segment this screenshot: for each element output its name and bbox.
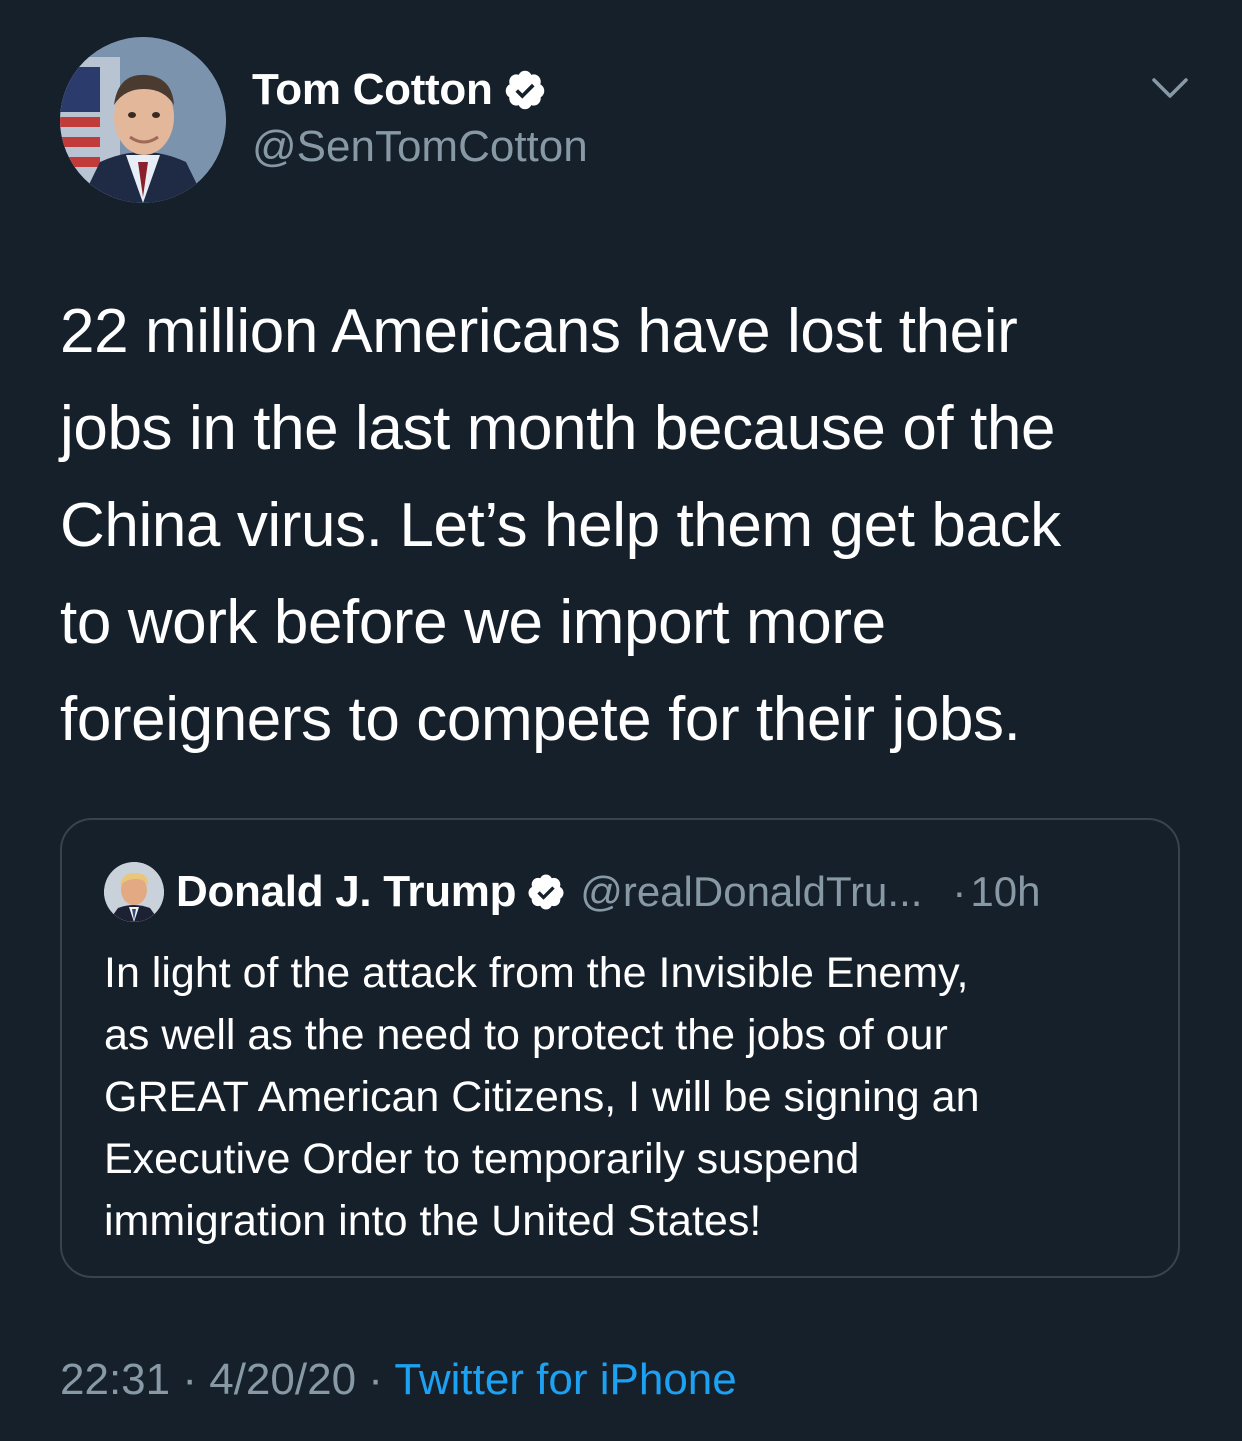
tweet-source-link[interactable]: Twitter for iPhone [394,1355,736,1404]
chevron-down-icon[interactable] [1150,74,1190,104]
meta-separator: · [368,1355,383,1404]
avatar-portrait-image [60,37,226,203]
verified-badge-icon [528,874,564,910]
quoted-tweet-header: Donald J. Trump @realDonaldTru... · 10h [176,864,1041,920]
quoted-tweet-text: In light of the attack from the Invisibl… [104,942,1144,1252]
quoted-avatar-portrait-image [104,862,164,922]
quoted-text-line: Executive Order to temporarily suspend [104,1135,860,1183]
author-avatar[interactable] [60,37,226,203]
quoted-text-line: as well as the need to protect the jobs … [104,1011,948,1059]
quoted-text-line: immigration into the United States! [104,1197,762,1245]
tweet-meta: 22:31 · 4/20/20 · Twitter for iPhone [60,1355,737,1405]
tweet-time[interactable]: 22:31 [60,1355,170,1404]
quoted-author-avatar[interactable] [104,862,164,922]
quoted-text-line: In light of the attack from the Invisibl… [104,949,969,997]
meta-separator: · [182,1355,197,1404]
tweet-text: 22 million Americans have lost their job… [60,283,1190,768]
quoted-text-line: GREAT American Citizens, I will be signi… [104,1073,980,1121]
author-handle[interactable]: @SenTomCotton [252,122,588,172]
quoted-timestamp[interactable]: 10h [970,868,1040,916]
quoted-tweet-card[interactable]: Donald J. Trump @realDonaldTru... · 10h … [60,818,1180,1278]
tweet-text-line: foreigners to compete for their jobs. [60,685,1021,754]
tweet-text-line: China virus. Let’s help them get back [60,491,1061,560]
quoted-separator: · [952,868,967,915]
quoted-author-display-name[interactable]: Donald J. Trump [176,867,517,917]
tweet-text-line: 22 million Americans have lost their [60,297,1018,366]
tweet-text-line: to work before we import more [60,588,886,657]
quoted-author-handle[interactable]: @realDonaldTru... [580,868,922,916]
tweet-text-line: jobs in the last month because of the [60,394,1056,463]
tweet-date[interactable]: 4/20/20 [209,1355,356,1404]
author-name-row[interactable]: Tom Cotton [252,62,547,118]
author-display-name[interactable]: Tom Cotton [252,65,493,115]
verified-badge-icon [505,70,544,110]
tweet-detail: Tom Cotton @SenTomCotton 22 million Amer… [0,0,1242,1441]
